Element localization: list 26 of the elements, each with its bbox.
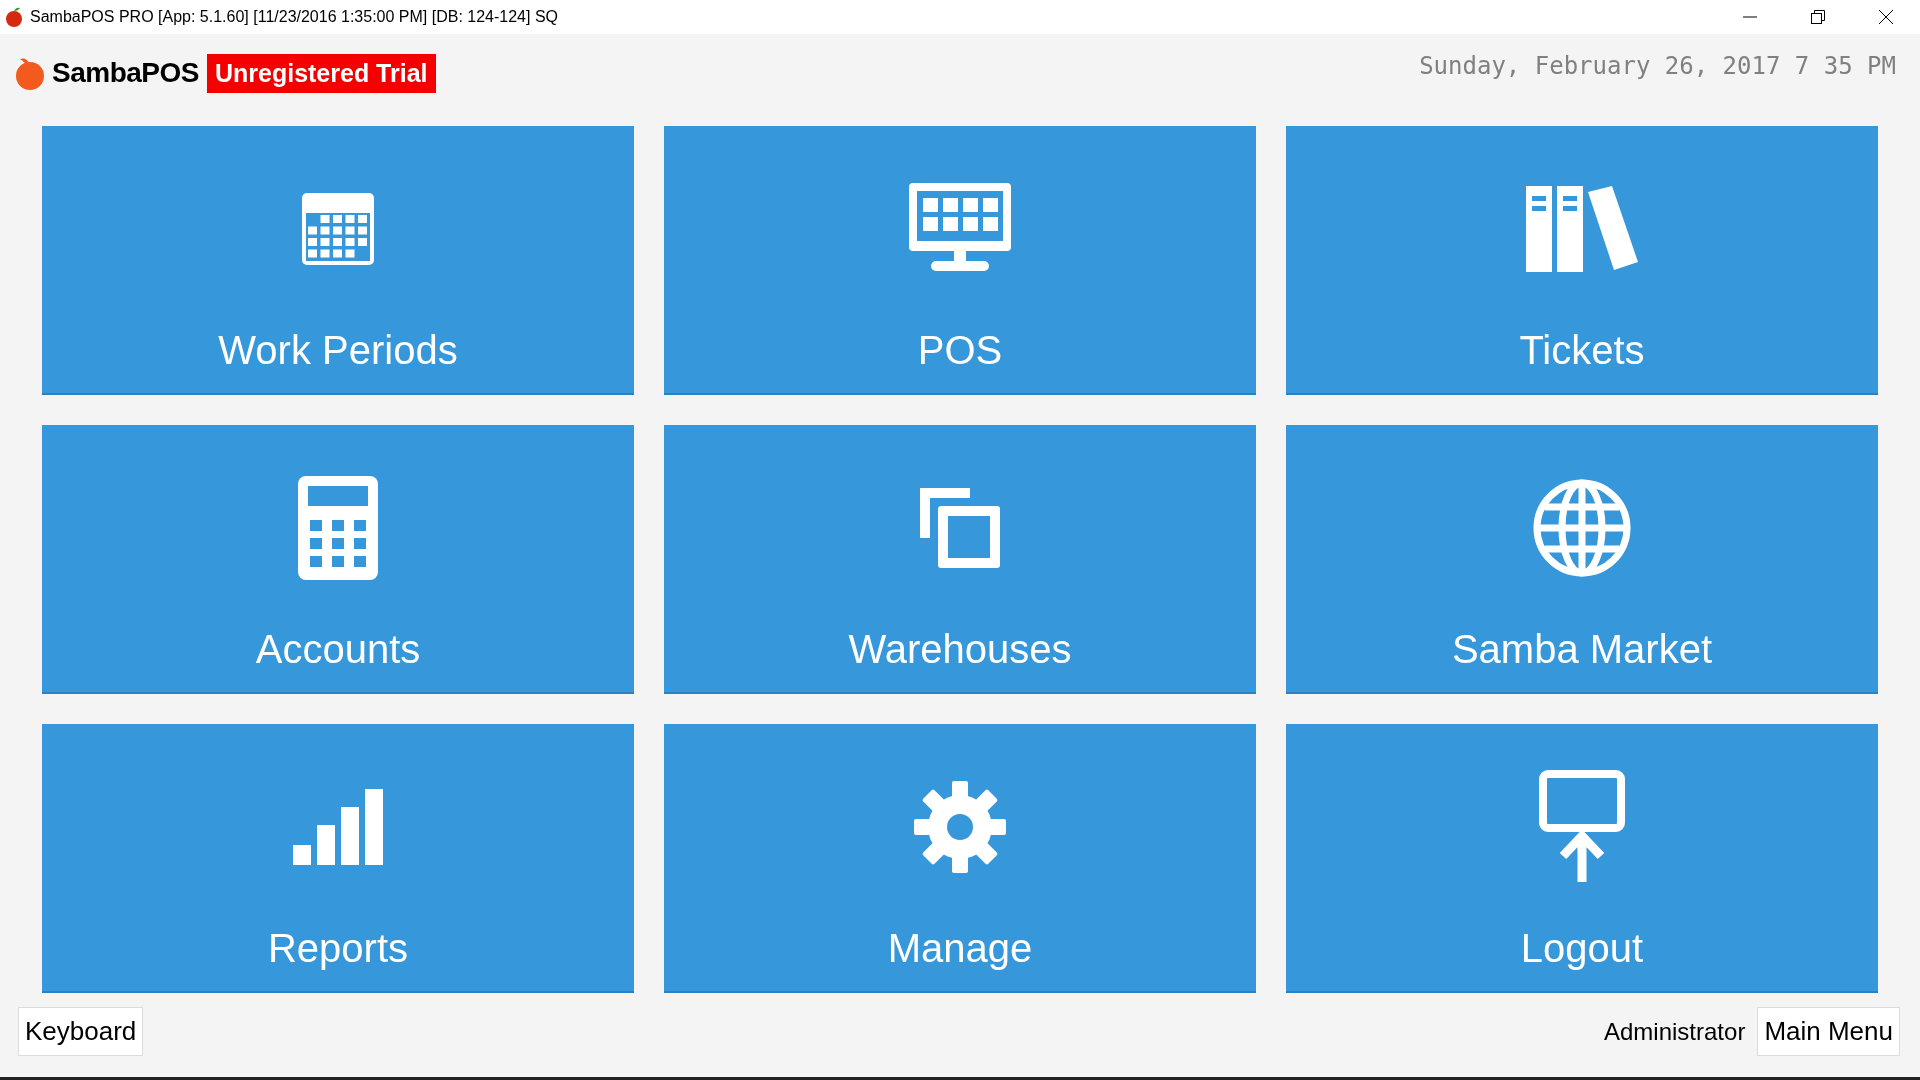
- date-time: Sunday, February 26, 2017 7 35 PM: [1419, 52, 1896, 80]
- settings-icon: [914, 781, 1006, 873]
- calculator-icon: [296, 474, 380, 582]
- menu-tile[interactable]: Warehouses: [664, 425, 1256, 694]
- menu-tile[interactable]: Reports: [42, 724, 634, 993]
- menu-tile[interactable]: Tickets: [1286, 126, 1878, 395]
- menu-tile[interactable]: POS: [664, 126, 1256, 395]
- menu-tile[interactable]: Samba Market: [1286, 425, 1878, 694]
- bar-chart-icon: [291, 787, 385, 867]
- books-icon: [1524, 184, 1640, 274]
- main-menu-button[interactable]: Main Menu: [1757, 1007, 1900, 1056]
- keyboard-button[interactable]: Keyboard: [18, 1007, 144, 1056]
- menu-tile[interactable]: Logout: [1286, 724, 1878, 993]
- brand-name: SambaPOS: [52, 57, 199, 89]
- apple-icon: [4, 6, 24, 28]
- globe-icon: [1533, 479, 1631, 577]
- menu-tile[interactable]: Accounts: [42, 425, 634, 694]
- menu-tile[interactable]: Manage: [664, 724, 1256, 993]
- restore-icon[interactable]: [1810, 9, 1826, 25]
- window-title: SambaPOS PRO [App: 5.1.60] [11/23/2016 1:35:00 PM] [DB: 124-124] SQ: [30, 8, 558, 26]
- menu-tile[interactable]: Work Periods: [42, 126, 634, 395]
- close-icon[interactable]: [1878, 9, 1894, 25]
- user-name: Administrator: [1604, 1017, 1746, 1046]
- copy-icon: [918, 486, 1002, 570]
- trial-badge: Unregistered Trial: [206, 53, 436, 93]
- logout-icon: [1539, 770, 1625, 884]
